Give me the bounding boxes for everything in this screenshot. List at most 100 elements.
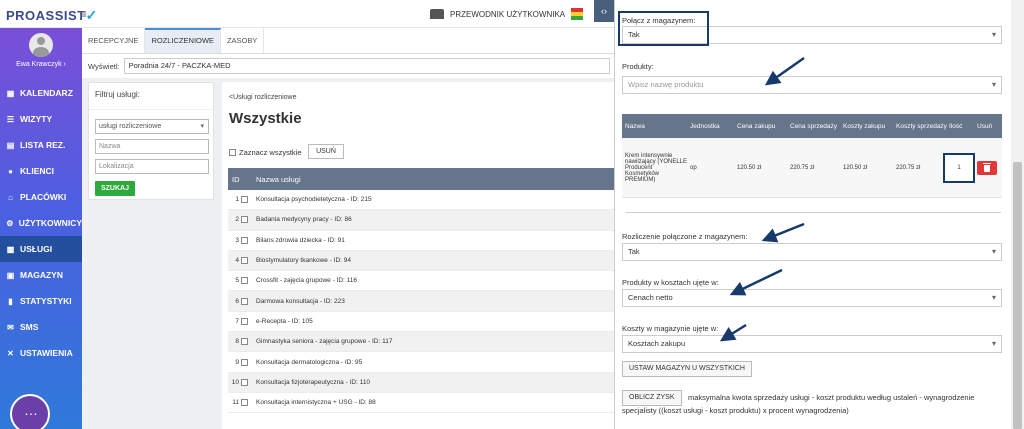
row-id: 5: [228, 277, 252, 285]
product-name: Krem intensywnie nawilżający (YONELLE Pr…: [625, 152, 688, 183]
row-checkbox[interactable]: [241, 338, 248, 346]
table-row[interactable]: 5 Crossfit - zajęcia grupowe - ID: 116: [228, 271, 614, 292]
calendar-icon: ▦: [6, 88, 15, 98]
table-row[interactable]: 11 Konsultacja internistyczna + USG - ID:…: [228, 393, 614, 414]
row-checkbox[interactable]: [241, 399, 248, 407]
location-input[interactable]: Lokalizacja: [95, 159, 209, 174]
table-row[interactable]: 10 Konsultacja fizjoterapeutyczna - ID: 1…: [228, 372, 614, 393]
row-id: 1: [228, 196, 252, 204]
quantity-input[interactable]: 1: [943, 152, 975, 183]
view-label: Wyświetl:: [88, 61, 120, 71]
row-id-text: 11: [232, 399, 239, 407]
scrollbar-thumb[interactable]: [1013, 162, 1022, 429]
sidebar-item-magazyn[interactable]: ▣ MAGAZYN: [0, 262, 82, 288]
row-checkbox[interactable]: [241, 358, 248, 366]
sidebar-item-label: KALENDARZ: [20, 88, 73, 98]
tab-zasoby[interactable]: ZASOBY: [221, 28, 265, 53]
sidebar-item-label: USŁUGI: [20, 244, 53, 254]
table-row[interactable]: 4 Biostymulatory tkankowe - ID: 94: [228, 250, 614, 272]
sidebar-item-klienci[interactable]: ● KLIENCI: [0, 158, 82, 184]
column-header-usun: Usuń: [977, 122, 993, 130]
main-area: RECEPCYJNE ROZLICZENIOWE ZASOBY Wyświetl…: [82, 28, 614, 429]
sidebar-item-placówki[interactable]: ⌂ PLACÓWKI: [0, 184, 82, 210]
column-header-koszty-zakupu: Koszty zakupu: [843, 122, 886, 130]
user-name: Ewa Krawczyk ›: [16, 61, 66, 68]
sidebar-item-usługi[interactable]: ▩ USŁUGI: [0, 236, 82, 262]
service-name: Biostymulatory tkankowe - ID: 94: [256, 257, 352, 265]
row-id: 4: [228, 257, 252, 265]
table-row[interactable]: 9 Konsultacja dermatologiczna - ID: 95: [228, 352, 614, 373]
service-type-select[interactable]: usługi rozliczeniowe: [95, 119, 209, 134]
user-guide-link[interactable]: PRZEWODNIK UŻYTKOWNIKA: [430, 8, 584, 20]
row-checkbox[interactable]: [241, 277, 248, 285]
settlement-select[interactable]: Tak: [622, 243, 1002, 261]
row-id: 11: [228, 399, 252, 407]
sidebar-item-sms[interactable]: ✉ SMS: [0, 314, 82, 340]
select-all[interactable]: Zaznacz wszystkie: [229, 148, 302, 157]
row-checkbox[interactable]: [241, 216, 248, 224]
document-icon: ▤: [6, 140, 15, 150]
row-checkbox[interactable]: [241, 257, 248, 265]
products-cost-select[interactable]: Cenach netto: [622, 289, 1002, 307]
calculate-profit-button[interactable]: OBLICZ ZYSK: [622, 390, 682, 406]
row-id: 10: [228, 378, 252, 386]
hamburger-menu-icon[interactable]: ≡: [80, 7, 87, 21]
sidebar-item-użytkownicy[interactable]: ⚙ UŻYTKOWNICY: [0, 210, 82, 236]
tabs: RECEPCYJNE ROZLICZENIOWE ZASOBY: [82, 28, 614, 54]
row-id-text: 2: [235, 216, 239, 224]
delete-button[interactable]: USUŃ: [308, 144, 344, 159]
sidebar-item-ustawienia[interactable]: ✕ USTAWIENIA: [0, 340, 82, 366]
sidebar-item-label: MAGAZYN: [20, 270, 63, 280]
row-checkbox[interactable]: [241, 297, 248, 305]
column-header-jednostka: Jednostka: [690, 122, 720, 130]
top-bar: PROASSIST✓ ≡ PRZEWODNIK UŻYTKOWNIKA: [0, 0, 614, 28]
product-unit: op: [690, 164, 697, 171]
search-button[interactable]: SZUKAJ: [95, 181, 135, 196]
column-header-id: ID: [232, 174, 240, 184]
list-icon: ☰: [6, 114, 15, 124]
products-label: Produkty:: [622, 62, 654, 71]
table-row[interactable]: 2 Badania medycyny pracy - ID: 86: [228, 210, 614, 231]
select-all-checkbox[interactable]: [229, 149, 236, 156]
sidebar-item-lista-rez[interactable]: ▤ LISTA REZ.: [0, 132, 82, 158]
sidebar: Ewa Krawczyk › ▦ KALENDARZ ☰ WIZYTY ▤ LISTA R…: [0, 28, 82, 429]
service-name: Konsultacja fizjoterapeutyczna - ID: 110: [256, 378, 371, 386]
row-id: 3: [228, 236, 252, 244]
row-checkbox[interactable]: [241, 317, 248, 325]
product-row: Krem intensywnie nawilżający (YONELLE Pr…: [622, 138, 1002, 198]
chat-icon[interactable]: [10, 394, 50, 429]
row-id-text: 6: [235, 297, 239, 305]
row-checkbox[interactable]: [241, 196, 248, 204]
view-row: Wyświetl: Poradnia 24/7 - PACZKA-MED: [82, 54, 614, 78]
table-row[interactable]: 3 Bilans zdrowia dziecka - ID: 91: [228, 231, 614, 251]
warehouse-cost-label: Koszty w magazynie ujęte w:: [622, 324, 719, 333]
flag-icon: [571, 8, 584, 20]
box-icon: ▣: [6, 270, 15, 280]
column-header-cena-sprzedazy: Cena sprzedaży: [790, 122, 837, 130]
table-header: ID Nazwa usługi: [228, 168, 614, 190]
trash-icon[interactable]: [977, 160, 997, 175]
sidebar-item-kalendarz[interactable]: ▦ KALENDARZ: [0, 80, 82, 106]
products-search-input[interactable]: Wpisz nazwę produktu: [622, 76, 1002, 94]
row-id-text: 7: [235, 317, 239, 325]
view-select[interactable]: Poradnia 24/7 - PACZKA-MED: [123, 58, 610, 74]
product-sell-price: 220.75 zł: [790, 164, 815, 171]
service-name: Crossfit - zajęcia grupowe - ID: 116: [256, 277, 358, 285]
check-icon: ✓: [85, 7, 98, 23]
row-checkbox[interactable]: [241, 236, 248, 244]
warehouse-cost-select[interactable]: Kosztach zakupu: [622, 335, 1002, 353]
sidebar-item-statystyki[interactable]: ▮ STATYSTYKI: [0, 288, 82, 314]
row-checkbox[interactable]: [241, 378, 248, 386]
name-input[interactable]: Nazwa: [95, 139, 209, 154]
user-profile[interactable]: Ewa Krawczyk ›: [0, 28, 82, 80]
table-row[interactable]: 8 Gimnastyka seniora - zajęcia grupowe - …: [228, 332, 614, 353]
breadcrumb[interactable]: <Usługi rozliczeniowe: [229, 94, 297, 101]
tab-recepcyjne[interactable]: RECEPCYJNE: [82, 28, 146, 53]
set-all-warehouse-button[interactable]: USTAW MAGAZYN U WSZYSTKICH: [622, 361, 752, 377]
table-row[interactable]: 1 Konsultacja psychodietetyczna - ID: 215: [228, 190, 614, 211]
table-row[interactable]: 7 e-Recepta - ID: 105: [228, 312, 614, 333]
table-row[interactable]: 6 Darmowa konsultacja - ID: 223: [228, 291, 614, 312]
panel-toggle-button[interactable]: ‹›: [594, 0, 614, 22]
sidebar-item-wizyty[interactable]: ☰ WIZYTY: [0, 106, 82, 132]
tab-rozliczeniowe[interactable]: ROZLICZENIOWE: [145, 28, 221, 53]
